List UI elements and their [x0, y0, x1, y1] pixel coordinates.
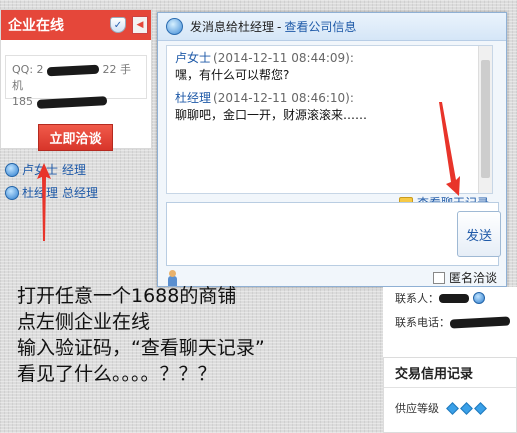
diamond-icon	[474, 401, 487, 415]
message-sender: 杜经理	[175, 91, 212, 105]
message-time: (2014-12-11 08:46:10):	[213, 91, 354, 105]
anonymous-checkbox[interactable]	[433, 271, 445, 284]
chat-logo-icon	[166, 18, 183, 35]
contact-phone-label: 联系电话：	[395, 316, 450, 329]
diamond-icon	[460, 401, 473, 415]
message-time: (2014-12-11 08:44:09):	[213, 51, 354, 65]
consult-now-button[interactable]: 立即洽谈	[38, 124, 113, 151]
enterprise-online-title: 企业在线	[8, 18, 64, 34]
message-input[interactable]	[166, 202, 499, 266]
redaction-mark	[449, 315, 511, 329]
annotation-arrow-down	[439, 102, 460, 196]
redaction-mark	[36, 95, 107, 109]
enterprise-online-header: 企业在线 ✓ ◀	[1, 10, 151, 40]
message-scrollbar[interactable]	[478, 46, 492, 193]
trade-credit-box: 交易信用记录 供应等级	[383, 357, 517, 433]
message-item: 杜经理 (2014-12-11 08:46:10): 聊聊吧，金口一开，财源滚滚来…	[175, 90, 367, 124]
enterprise-online-panel: 企业在线 ✓ ◀ QQ: 2 22 手机 185 立即洽谈	[0, 9, 152, 151]
message-item: 卢女士 (2014-12-11 08:44:09): 嘿，有什么可以帮您?	[175, 50, 354, 84]
annotation-text: 打开任意一个1688的商铺 点左侧企业在线 输入验证码，“查看聊天记录” 看见了…	[17, 283, 367, 387]
scrollbar-thumb[interactable]	[481, 60, 490, 178]
person-icon	[5, 185, 19, 200]
redaction-mark	[46, 64, 100, 76]
qq-line: QQ: 2 22 手机	[12, 62, 140, 94]
anonymous-label: 匿名洽谈	[449, 271, 498, 285]
diamond-icon	[446, 401, 459, 415]
qq-info-box: QQ: 2 22 手机 185	[5, 55, 147, 109]
shield-icon: ✓	[110, 17, 126, 33]
chat-recipient: 发消息给杜经理	[190, 20, 275, 34]
contact-role: 总经理	[62, 186, 99, 200]
annotation-line: 打开任意一个1688的商铺	[17, 285, 237, 307]
contact-person-label: 联系人：	[395, 292, 439, 305]
message-sender: 卢女士	[175, 51, 212, 65]
contact-role: 经理	[62, 163, 87, 177]
message-body: 聊聊吧，金口一开，财源滚滚来……	[175, 108, 368, 122]
annotation-arrow-up	[37, 163, 51, 241]
send-button[interactable]: 发送	[457, 211, 501, 257]
annotation-line: 看见了什么。。。。？？？	[17, 363, 217, 385]
supplier-level-label: 供应等级	[395, 402, 439, 415]
annotation-line: 输入验证码，“查看聊天记录”	[17, 337, 265, 359]
person-icon[interactable]	[473, 292, 485, 304]
annotation-line: 点左侧企业在线	[17, 311, 151, 333]
contact-phone-row: 联系电话：	[395, 314, 511, 330]
view-company-link[interactable]: 查看公司信息	[284, 18, 356, 35]
redaction-mark	[439, 293, 469, 303]
message-body: 嘿，有什么可以帮您?	[175, 68, 290, 82]
qq-prefix: QQ: 2	[12, 63, 44, 76]
contact-person-row: 联系人：	[395, 290, 485, 306]
title-separator: -	[277, 19, 282, 34]
anonymous-option[interactable]: 匿名洽谈	[433, 269, 497, 286]
person-icon	[5, 162, 19, 177]
chat-title-bar: 发消息给杜经理 - 查看公司信息	[158, 13, 506, 41]
trade-credit-title: 交易信用记录	[384, 358, 516, 388]
shop-side-panel: 联系人： 联系电话： 交易信用记录 供应等级	[383, 287, 517, 433]
supplier-level-diamonds	[443, 401, 487, 415]
phone-line: 185	[12, 94, 140, 110]
collapse-button[interactable]: ◀	[132, 16, 148, 34]
phone-prefix: 185	[12, 95, 33, 108]
supplier-level-row: 供应等级	[395, 400, 487, 416]
